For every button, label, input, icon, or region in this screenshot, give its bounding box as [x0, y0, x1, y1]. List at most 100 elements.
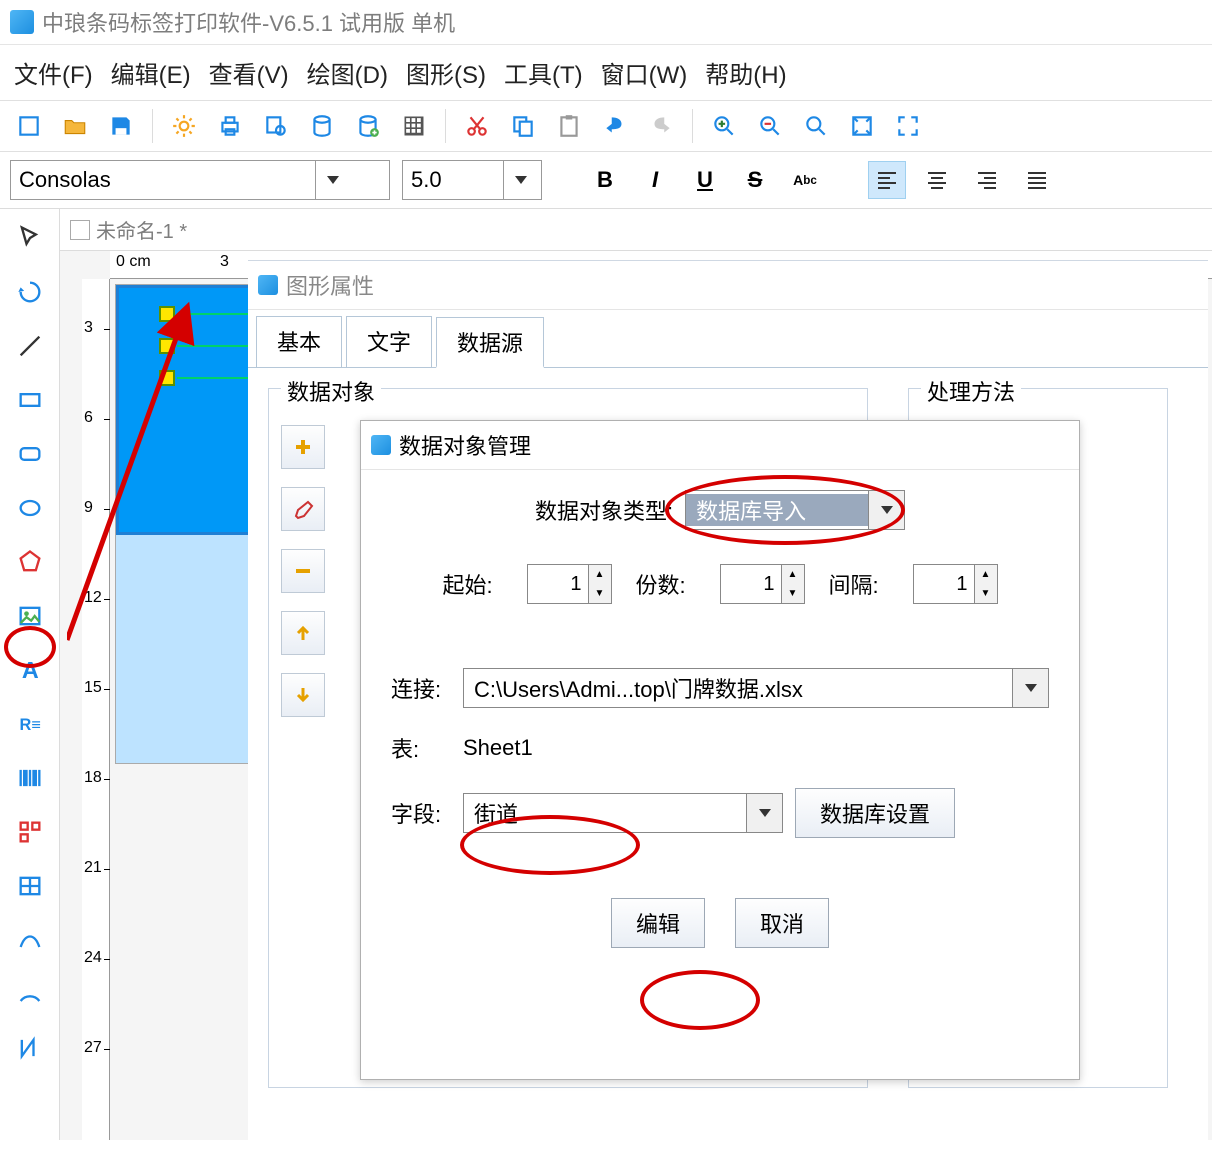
spin-down[interactable]: ▼	[975, 584, 997, 603]
print-icon[interactable]	[211, 107, 249, 145]
chevron-down-icon[interactable]	[503, 161, 537, 199]
field-value: 街道	[464, 797, 746, 829]
menu-shape[interactable]: 图形(S)	[406, 55, 486, 90]
open-icon[interactable]	[56, 107, 94, 145]
interval-input[interactable]	[914, 565, 974, 603]
table-label: 表:	[391, 732, 451, 764]
barcode-tool[interactable]	[9, 757, 51, 799]
database-add-icon[interactable]	[349, 107, 387, 145]
menu-help[interactable]: 帮助(H)	[705, 55, 786, 90]
rect-tool[interactable]	[9, 379, 51, 421]
align-justify-button[interactable]	[1018, 161, 1056, 199]
curve-tool[interactable]	[9, 919, 51, 961]
image-tool[interactable]	[9, 595, 51, 637]
tab-text[interactable]: 文字	[346, 316, 432, 367]
resize-handle[interactable]	[159, 370, 175, 386]
arc-tool[interactable]	[9, 973, 51, 1015]
path-tool[interactable]	[9, 1027, 51, 1069]
fit-window-icon[interactable]	[843, 107, 881, 145]
db-settings-button[interactable]: 数据库设置	[795, 788, 955, 838]
spin-up[interactable]: ▲	[782, 565, 804, 584]
cut-icon[interactable]	[458, 107, 496, 145]
grid-icon[interactable]	[395, 107, 433, 145]
menu-view[interactable]: 查看(V)	[209, 55, 289, 90]
resize-handle[interactable]	[159, 306, 175, 322]
undo-icon[interactable]	[596, 107, 634, 145]
size-input[interactable]	[403, 161, 503, 199]
bold-button[interactable]: B	[586, 161, 624, 199]
zoom-out-icon[interactable]	[751, 107, 789, 145]
conn-select[interactable]: C:\Users\Admi...top\门牌数据.xlsx	[463, 668, 1049, 708]
copies-input[interactable]	[721, 565, 781, 603]
font-input[interactable]	[11, 161, 315, 199]
copies-spin[interactable]: ▲▼	[720, 564, 805, 604]
chevron-down-icon[interactable]	[746, 794, 782, 832]
superscript-button[interactable]: Abc	[786, 161, 824, 199]
copy-icon[interactable]	[504, 107, 542, 145]
move-up-button[interactable]	[281, 611, 325, 655]
align-center-button[interactable]	[918, 161, 956, 199]
separator	[152, 109, 153, 143]
fullscreen-icon[interactable]	[889, 107, 927, 145]
save-icon[interactable]	[102, 107, 140, 145]
resize-handle[interactable]	[159, 338, 175, 354]
start-spin[interactable]: ▲▼	[527, 564, 612, 604]
move-down-button[interactable]	[281, 673, 325, 717]
interval-spin[interactable]: ▲▼	[913, 564, 998, 604]
select-tool[interactable]	[9, 217, 51, 259]
type-select[interactable]: 数据库导入	[685, 490, 905, 530]
cancel-button[interactable]: 取消	[735, 898, 829, 948]
dialog-title: 数据对象管理	[361, 421, 1079, 470]
field-select[interactable]: 街道	[463, 793, 783, 833]
start-input[interactable]	[528, 565, 588, 603]
spin-up[interactable]: ▲	[975, 565, 997, 584]
remove-button[interactable]	[281, 549, 325, 593]
menu-draw[interactable]: 绘图(D)	[307, 55, 388, 90]
rotate-tool[interactable]	[9, 271, 51, 313]
spin-down[interactable]: ▼	[782, 584, 804, 603]
format-bar: B I U S Abc	[0, 152, 1212, 209]
text-tool[interactable]: A	[9, 649, 51, 691]
italic-button[interactable]: I	[636, 161, 674, 199]
paste-icon[interactable]	[550, 107, 588, 145]
line-tool[interactable]	[9, 325, 51, 367]
underline-button[interactable]: U	[686, 161, 724, 199]
menu-window[interactable]: 窗口(W)	[601, 55, 688, 90]
tool-palette: A R≡	[0, 209, 60, 1140]
menu-edit[interactable]: 编辑(E)	[111, 55, 191, 90]
spin-up[interactable]: ▲	[589, 565, 611, 584]
tab-datasource[interactable]: 数据源	[436, 317, 544, 368]
document-tab[interactable]: 未命名-1 *	[60, 209, 1212, 251]
print-preview-icon[interactable]	[257, 107, 295, 145]
table-value: Sheet1	[463, 735, 533, 761]
align-right-button[interactable]	[968, 161, 1006, 199]
strike-button[interactable]: S	[736, 161, 774, 199]
size-combo[interactable]	[402, 160, 542, 200]
separator	[692, 109, 693, 143]
table-tool[interactable]	[9, 865, 51, 907]
redo-icon[interactable]	[642, 107, 680, 145]
edit-button[interactable]: 编辑	[611, 898, 705, 948]
new-icon[interactable]	[10, 107, 48, 145]
tab-basic[interactable]: 基本	[256, 316, 342, 367]
zoom-in-icon[interactable]	[705, 107, 743, 145]
round-rect-tool[interactable]	[9, 433, 51, 475]
spin-down[interactable]: ▼	[589, 584, 611, 603]
database-icon[interactable]	[303, 107, 341, 145]
gear-icon[interactable]	[165, 107, 203, 145]
edit-button-side[interactable]	[281, 487, 325, 531]
qrcode-tool[interactable]	[9, 811, 51, 853]
menu-file[interactable]: 文件(F)	[14, 55, 93, 90]
chevron-down-icon[interactable]	[868, 491, 904, 529]
font-combo[interactable]	[10, 160, 390, 200]
ellipse-tool[interactable]	[9, 487, 51, 529]
richtext-tool[interactable]: R≡	[9, 703, 51, 745]
align-left-button[interactable]	[868, 161, 906, 199]
ruler-vertical: 3 6 9 12 15 18 21 24 27	[82, 279, 110, 1140]
zoom-fit-icon[interactable]	[797, 107, 835, 145]
chevron-down-icon[interactable]	[1012, 669, 1048, 707]
menu-tool[interactable]: 工具(T)	[504, 55, 583, 90]
chevron-down-icon[interactable]	[315, 161, 349, 199]
polygon-tool[interactable]	[9, 541, 51, 583]
add-button[interactable]	[281, 425, 325, 469]
